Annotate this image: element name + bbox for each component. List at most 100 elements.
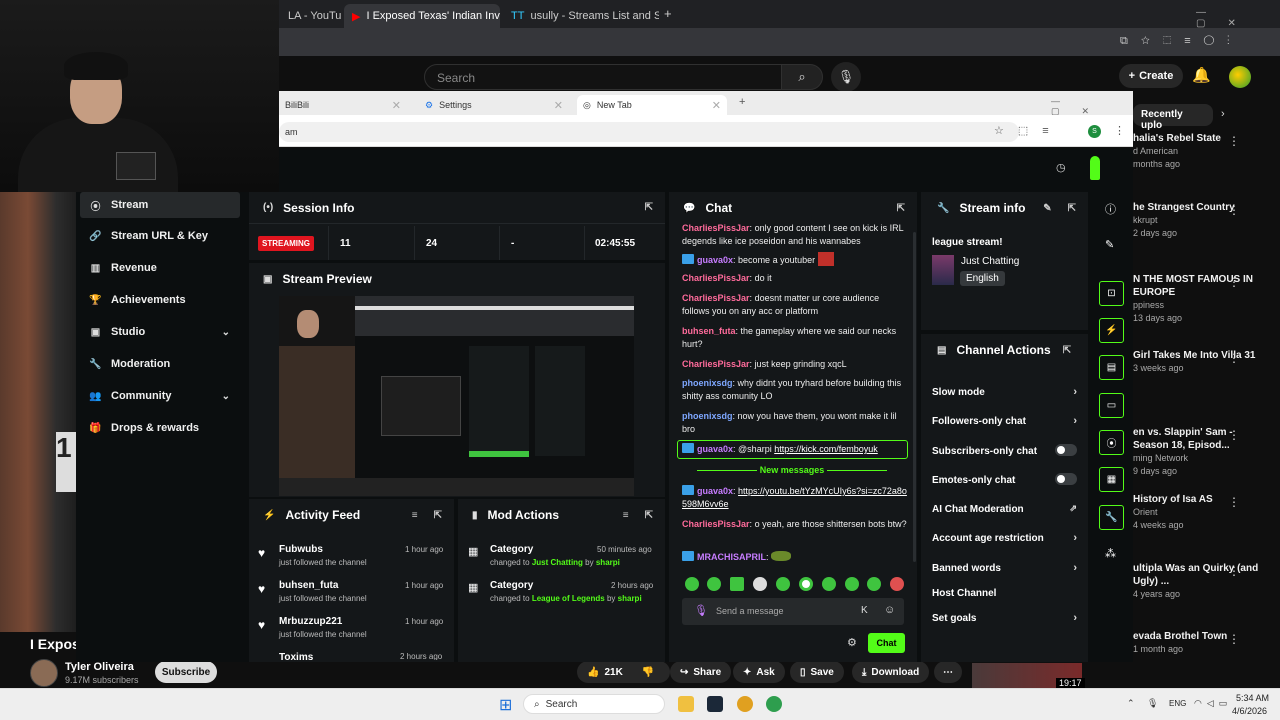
clock-time[interactable]: 5:34 AM	[1236, 693, 1269, 703]
language-indicator[interactable]: ENG	[1169, 699, 1186, 708]
action-banned-words[interactable]: Banned words ›	[932, 562, 1077, 574]
more-icon[interactable]: ⋮	[1228, 203, 1240, 217]
more-icon[interactable]: ⋮	[1228, 351, 1240, 365]
action-set-goals[interactable]: Set goals ›	[932, 612, 1077, 624]
mic-icon[interactable]: 🎙	[831, 62, 861, 92]
action-slow-mode[interactable]: Slow mode ›	[932, 386, 1077, 398]
nav-achievements[interactable]: 🏆 Achievements	[80, 287, 240, 313]
edit-icon[interactable]: ✎	[1043, 203, 1051, 214]
emote-icon[interactable]	[867, 577, 881, 591]
more-icon[interactable]: ⋯	[934, 661, 962, 683]
chat-link[interactable]: https://kick.com/femboyuk	[774, 444, 878, 454]
window-controls[interactable]: —▢✕	[1051, 96, 1133, 117]
user-avatar-icon[interactable]	[1090, 156, 1100, 180]
address-bar[interactable]: am	[279, 122, 1019, 142]
list-item[interactable]: N THE MOST FAMOUS IN EUROPE ppiness 13 day…	[1133, 273, 1280, 325]
more-icon[interactable]: ⋮	[1228, 495, 1240, 509]
close-icon[interactable]: ✕	[712, 99, 721, 112]
more-icon[interactable]: ⋮	[1228, 275, 1240, 289]
chip-recently-uploaded[interactable]: Recently uplo	[1133, 104, 1213, 131]
action-account-age[interactable]: Account age restriction ›	[932, 532, 1077, 544]
chevron-right-icon[interactable]: ›	[1221, 108, 1225, 120]
tab-youtube-la[interactable]: LA - YouTu✕	[280, 4, 342, 28]
list-item[interactable]: Mrbuzzup221 just followed the channel	[279, 616, 367, 639]
emote-icon[interactable]	[799, 577, 813, 591]
emote-icon[interactable]	[707, 577, 721, 591]
emote-icon[interactable]	[685, 577, 699, 591]
tab-new-tab[interactable]: ◎ New Tab ✕	[577, 95, 727, 115]
share-button[interactable]: ↪ Share	[670, 661, 732, 683]
popout-icon[interactable]: ⇱	[645, 510, 653, 521]
toolbar-icons[interactable]: ☆⬚≡	[994, 124, 1063, 137]
profile-icon[interactable]: S	[1088, 125, 1101, 138]
popout-icon[interactable]: ⇱	[897, 203, 905, 214]
steam-icon[interactable]	[707, 696, 723, 712]
emote-icon[interactable]	[776, 577, 790, 591]
kick-emote-icon[interactable]: K	[861, 605, 868, 616]
action-host-channel[interactable]: Host Channel	[932, 588, 1077, 599]
download-button[interactable]: ⤓ Download	[852, 661, 930, 683]
timer-icon[interactable]: ◷	[1056, 161, 1066, 174]
create-button[interactable]: + Create	[1119, 64, 1183, 88]
chat-scrollbar[interactable]	[913, 232, 916, 562]
window-controls[interactable]: —▢✕	[1196, 7, 1280, 29]
emote-icon[interactable]	[822, 577, 836, 591]
new-tab-icon[interactable]: +	[664, 6, 672, 21]
smiley-icon[interactable]: ☺	[884, 604, 895, 616]
action-subscribers-only[interactable]: Subscribers-only chat	[932, 444, 1077, 457]
toolbar-icons[interactable]: ⧉☆⬚≡◯⋮	[1120, 35, 1243, 48]
scan-icon[interactable]: ⊡	[1099, 281, 1124, 306]
edit-icon[interactable]: ✎	[1105, 238, 1114, 251]
nav-revenue[interactable]: ▥ Revenue	[80, 255, 240, 281]
clock-date[interactable]: 4/6/2026	[1232, 706, 1267, 716]
emote-icon[interactable]	[845, 577, 859, 591]
file-explorer-icon[interactable]	[678, 696, 694, 712]
nav-drops-rewards[interactable]: 🎁 Drops & rewards	[80, 415, 240, 441]
more-icon[interactable]: ⋮	[1228, 134, 1240, 148]
gear-icon[interactable]: ⚙	[847, 636, 857, 649]
list-item[interactable]: Toxims	[279, 652, 313, 660]
channel-name[interactable]: Tyler Oliveira	[65, 661, 134, 673]
tab-streams-list[interactable]: TTusully - Streams List and Statist✕	[503, 4, 659, 28]
calendar-icon[interactable]: ▦	[1099, 467, 1124, 492]
new-tab-icon[interactable]: +	[739, 96, 745, 108]
more-icon[interactable]: ⋮	[1228, 632, 1240, 646]
popout-icon[interactable]: ⇱	[1068, 203, 1076, 214]
avatar[interactable]	[1229, 66, 1251, 88]
chrome-icon[interactable]	[766, 696, 782, 712]
info-icon[interactable]: ⓘ	[1105, 201, 1116, 217]
taskbar-search[interactable]: ⌕ Search	[523, 694, 665, 714]
chevron-up-icon[interactable]: ⌃	[1127, 698, 1135, 709]
list-item[interactable]: he Strangest Country kkrupt 2 days ago ⋮	[1133, 201, 1280, 240]
like-button[interactable]: 👍 21K 👎	[577, 661, 670, 683]
tab-youtube-active[interactable]: ▶I Exposed Texas' Indian Invasio✕	[344, 4, 500, 28]
nav-community[interactable]: 👥 Community ⌄	[80, 383, 240, 409]
chat-input[interactable]: Send a message	[682, 598, 904, 625]
nav-stream[interactable]: ⦿ Stream	[80, 192, 240, 218]
more-icon[interactable]: ⋮	[1228, 428, 1240, 442]
list-item[interactable]: Fubwubs just followed the channel	[279, 544, 367, 567]
nav-moderation[interactable]: 🔧 Moderation	[80, 351, 240, 377]
toggle-switch[interactable]	[1055, 473, 1077, 485]
popout-icon[interactable]: ⇱	[645, 202, 653, 213]
popout-icon[interactable]: ⇱	[434, 510, 442, 521]
nav-stream-url-key[interactable]: 🔗 Stream URL & Key	[80, 223, 240, 249]
action-emotes-only[interactable]: Emotes-only chat	[932, 473, 1077, 486]
chat-bubble-icon[interactable]: ▭	[1099, 393, 1124, 418]
menu-icon[interactable]: ⋮	[1114, 124, 1125, 137]
list-item[interactable]: en vs. Slappin' Sam - Season 18, Episod.…	[1133, 426, 1280, 478]
bolt-icon[interactable]: ⚡	[1099, 318, 1124, 343]
toggle-switch[interactable]	[1055, 444, 1077, 456]
subscribe-button[interactable]: Subscribe	[155, 661, 217, 683]
bell-icon[interactable]: 🔔	[1192, 66, 1211, 84]
close-icon[interactable]: ✕	[392, 99, 401, 112]
broadcast-icon[interactable]: ⦿	[1099, 430, 1124, 455]
list-item[interactable]: Girl Takes Me Into Villa 31 3 weeks ago ⋮	[1133, 349, 1280, 375]
list-item[interactable]: halia's Rebel State d American months ago ⋮	[1133, 132, 1280, 171]
send-chat-button[interactable]: Chat	[868, 633, 905, 653]
close-icon[interactable]: ✕	[554, 99, 563, 112]
thumbs-down-icon[interactable]: 👎	[642, 667, 654, 678]
emote-icon[interactable]	[730, 577, 744, 591]
system-tray-icons[interactable]: ◠◁▭	[1194, 698, 1232, 709]
nav-studio[interactable]: ▣ Studio ⌄	[80, 319, 240, 345]
